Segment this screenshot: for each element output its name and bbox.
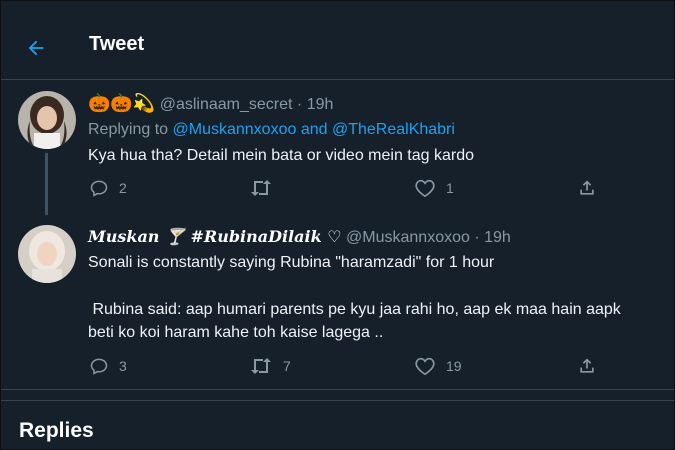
- name-emojis: 🎃🎃💫: [88, 93, 156, 113]
- avatar-image: [18, 225, 76, 283]
- tweet-page: Tweet 🎃🎃💫 @aslinaam_secret · 19h Replyin…: [0, 0, 675, 450]
- share-button[interactable]: [577, 178, 597, 198]
- thread-connector: [45, 153, 48, 215]
- reply-button[interactable]: 3: [89, 356, 127, 376]
- tweet-text: Kya hua tha? Detail mein bata or video m…: [88, 147, 475, 164]
- divider: [1, 389, 674, 390]
- tweet-text-line: Rubina said: aap humari parents pe kyu j…: [88, 301, 621, 318]
- page-header: Tweet: [1, 15, 674, 80]
- like-button[interactable]: 1: [414, 178, 454, 198]
- separator: ·: [296, 96, 303, 113]
- reply-icon: [90, 358, 108, 375]
- heart-icon: [415, 179, 435, 198]
- replying-label: Replying to: [88, 121, 169, 138]
- reply-icon: [90, 180, 108, 197]
- page-title: Tweet: [89, 33, 145, 55]
- tweet-header: 𝑴𝒖𝒔𝒌𝒂𝒏 🍸 #𝑹𝒖𝒃𝒊𝒏𝒂𝑫𝒊𝒍𝒂𝒊𝒌 ♡ @Muskannxoxoo ·…: [88, 227, 511, 247]
- avatar[interactable]: [18, 91, 76, 149]
- replying-to: Replying to @Muskannxoxoo and @TheRealKh…: [88, 121, 455, 139]
- window-top-strip: [1, 1, 674, 15]
- share-icon: [580, 180, 594, 195]
- replies-heading: Replies: [19, 419, 94, 442]
- tweet-text-line: Sonali is constantly saying Rubina "hara…: [88, 254, 495, 271]
- avatar[interactable]: [18, 225, 76, 283]
- separator: ·: [474, 229, 480, 246]
- user-handle[interactable]: @Muskannxoxoo: [346, 229, 470, 246]
- retweet-button[interactable]: 7: [249, 356, 291, 376]
- user-handle[interactable]: @aslinaam_secret: [160, 96, 293, 113]
- arrow-left-icon: [28, 40, 44, 56]
- like-count: 19: [446, 358, 462, 374]
- heart-icon: [415, 357, 435, 376]
- share-icon: [580, 358, 594, 373]
- share-button[interactable]: [577, 356, 597, 376]
- reply-count: 3: [119, 358, 127, 374]
- reply-count: 2: [119, 180, 127, 196]
- retweet-icon: [251, 358, 271, 374]
- mention-link[interactable]: @Muskannxoxoo: [173, 121, 297, 138]
- back-button[interactable]: [23, 35, 49, 61]
- display-name[interactable]: 𝑴𝒖𝒔𝒌𝒂𝒏 🍸 #𝑹𝒖𝒃𝒊𝒏𝒂𝑫𝒊𝒍𝒂𝒊𝒌 ♡: [88, 227, 342, 246]
- timestamp[interactable]: 19h: [307, 96, 334, 113]
- like-count: 1: [446, 180, 454, 196]
- like-button[interactable]: 19: [414, 356, 462, 376]
- timestamp[interactable]: 19h: [484, 229, 511, 246]
- avatar-image: [18, 91, 76, 149]
- retweet-button[interactable]: [249, 178, 283, 198]
- tweet-text-line: beti ko koi haram kahe toh kaise lagega …: [88, 324, 384, 341]
- tweet-header: 🎃🎃💫 @aslinaam_secret · 19h: [88, 93, 333, 114]
- replying-and: and: [300, 121, 328, 138]
- mention-link[interactable]: @TheRealKhabri: [332, 121, 455, 138]
- divider: [1, 400, 674, 401]
- reply-button[interactable]: 2: [89, 178, 127, 198]
- retweet-count: 7: [283, 358, 291, 374]
- retweet-icon: [251, 180, 271, 196]
